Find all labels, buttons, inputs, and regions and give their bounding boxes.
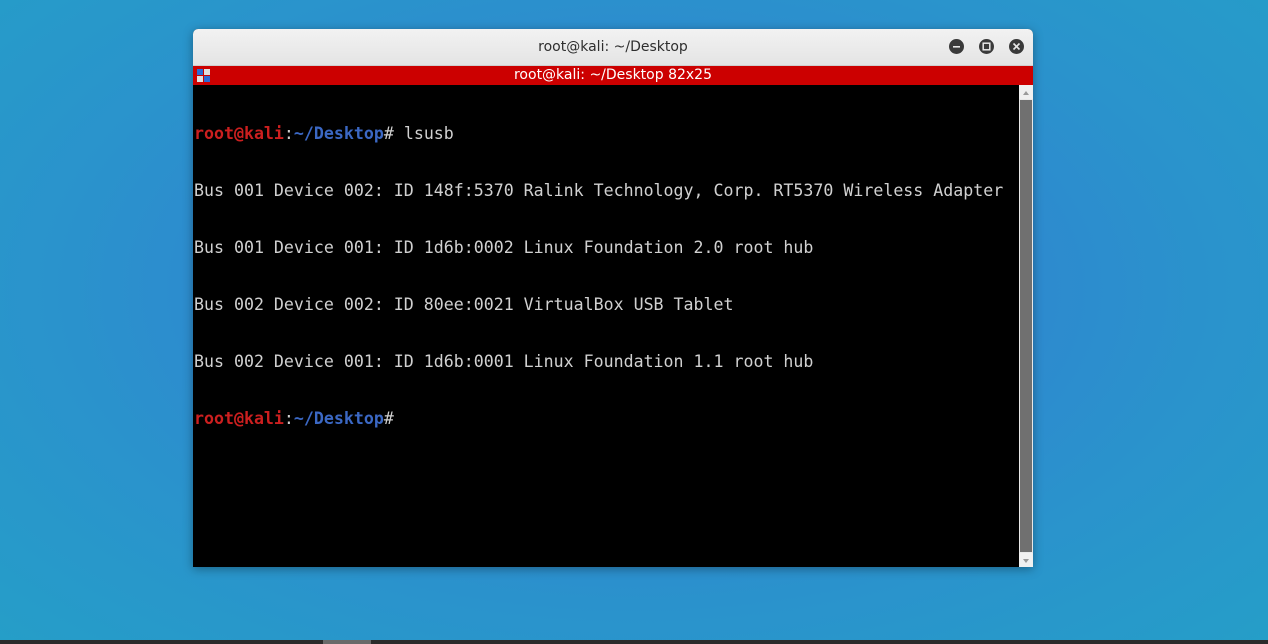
- scroll-up-arrow-icon: [1023, 91, 1029, 95]
- close-icon: [1012, 42, 1021, 51]
- prompt-hash: #: [383, 124, 394, 143]
- terminal-tab-bar[interactable]: root@kali: ~/Desktop 82x25: [193, 66, 1033, 85]
- output-line: Bus 002 Device 002: ID 80ee:0021 Virtual…: [194, 295, 734, 314]
- output-line: Bus 001 Device 001: ID 1d6b:0002 Linux F…: [194, 238, 814, 257]
- prompt-user: root@kali: [194, 124, 284, 143]
- taskbar: [0, 640, 1268, 644]
- prompt-hash: #: [383, 409, 394, 428]
- prompt-user: root@kali: [194, 409, 284, 428]
- maximize-button[interactable]: [979, 39, 994, 54]
- scroll-down-arrow-icon: [1023, 559, 1029, 563]
- prompt-path: ~/Desktop: [293, 124, 384, 143]
- command-line: root@kali:~/Desktop# lsusb: [194, 124, 1019, 143]
- window-title: root@kali: ~/Desktop: [538, 39, 688, 55]
- vertical-scrollbar[interactable]: [1019, 85, 1033, 567]
- current-prompt-line: root@kali:~/Desktop#: [194, 409, 1019, 428]
- window-titlebar[interactable]: root@kali: ~/Desktop: [193, 29, 1033, 66]
- maximize-icon: [982, 42, 991, 51]
- prompt-colon: :: [283, 409, 294, 428]
- minimize-button[interactable]: [949, 39, 964, 54]
- scroll-down-button[interactable]: [1019, 553, 1033, 567]
- taskbar-item[interactable]: [323, 640, 371, 644]
- command-text: lsusb: [393, 124, 454, 143]
- output-line: Bus 002 Device 001: ID 1d6b:0001 Linux F…: [194, 352, 814, 371]
- tab-title: root@kali: ~/Desktop 82x25: [513, 67, 712, 83]
- close-button[interactable]: [1009, 39, 1024, 54]
- terminal-window: root@kali: ~/Desktop root@kali: ~/Deskto…: [193, 29, 1033, 567]
- prompt-colon: :: [283, 124, 294, 143]
- terminal-output-area[interactable]: root@kali:~/Desktop# lsusb Bus 001 Devic…: [193, 86, 1019, 567]
- scroll-up-button[interactable]: [1019, 85, 1033, 99]
- minimize-icon: [953, 46, 960, 48]
- output-line: Bus 001 Device 002: ID 148f:5370 Ralink …: [194, 181, 1004, 200]
- scrollbar-thumb[interactable]: [1020, 100, 1032, 552]
- prompt-path: ~/Desktop: [293, 409, 384, 428]
